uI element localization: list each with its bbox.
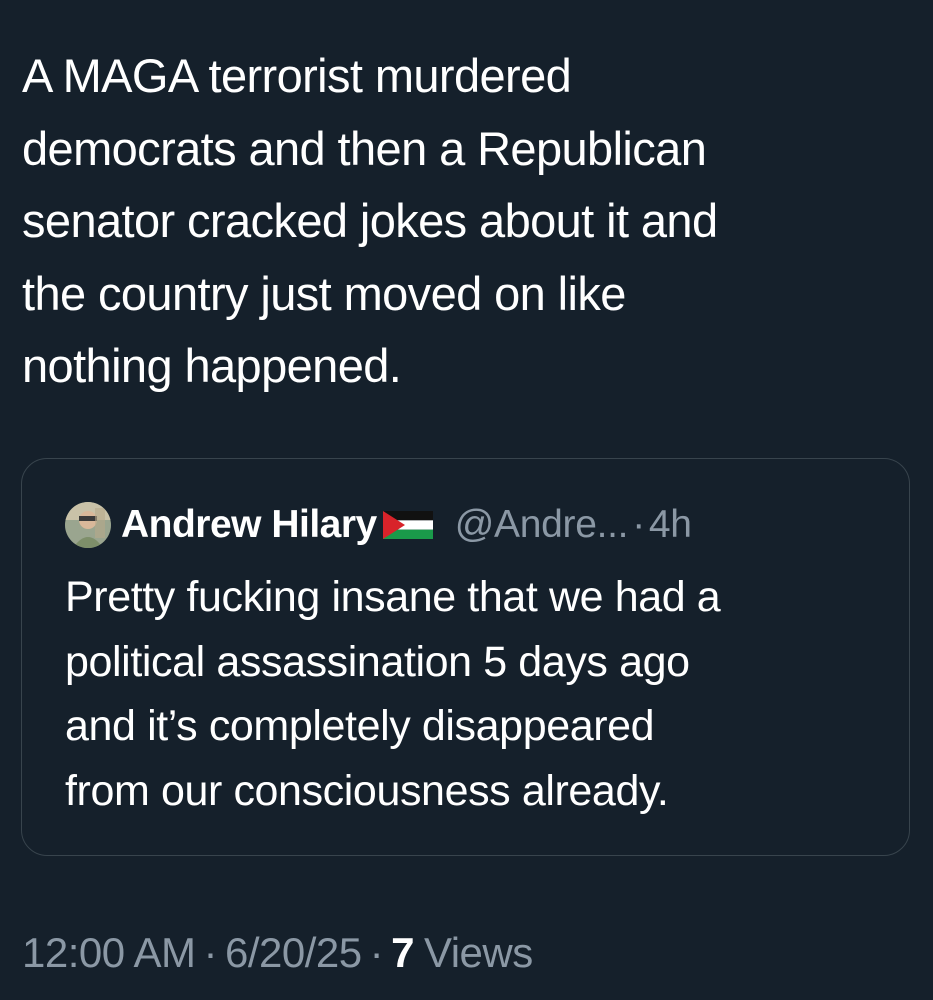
quoted-tweet-body: Pretty fucking insane that we had a poli…	[65, 565, 885, 823]
views-label[interactable]: Views	[424, 929, 533, 977]
tweet-text-line: the country just moved on like	[22, 266, 626, 320]
tweet-body: A MAGA terrorist murdered democrats and …	[22, 40, 902, 403]
views-count[interactable]: 7	[391, 929, 414, 977]
separator-dot: ·	[369, 929, 384, 976]
quoted-tweet-header: Andrew Hilary @Andre... · 4h	[43, 500, 692, 550]
separator-dot: ·	[203, 929, 217, 976]
quoted-text-line: political assassination 5 days ago	[65, 637, 690, 686]
author-name[interactable]: Andrew Hilary	[121, 503, 377, 547]
tweet-text-line: nothing happened.	[22, 339, 402, 392]
avatar[interactable]	[65, 502, 111, 548]
author-handle[interactable]: @Andre...	[455, 503, 629, 547]
tweet-text-line: democrats and then a Republican	[22, 121, 707, 175]
quoted-text-line: from our consciousness already.	[65, 766, 669, 815]
tweet-text-line: A MAGA terrorist murdered	[22, 49, 572, 102]
tweet-time[interactable]: 12:00 AM	[22, 929, 196, 977]
quoted-tweet-time[interactable]: 4h	[649, 503, 692, 547]
tweet-date[interactable]: 6/20/25	[225, 929, 362, 977]
tweet-metadata: 12:00 AM · 6/20/25 · 7 Views	[22, 925, 533, 981]
separator-dot: ·	[632, 503, 645, 546]
quoted-text-line: and it’s completely disappeared	[65, 702, 655, 750]
tweet-text-line: senator cracked jokes about it and	[22, 194, 718, 247]
palestine-flag-icon	[382, 511, 433, 539]
quoted-text-line: Pretty fucking insane that we had a	[65, 573, 721, 621]
